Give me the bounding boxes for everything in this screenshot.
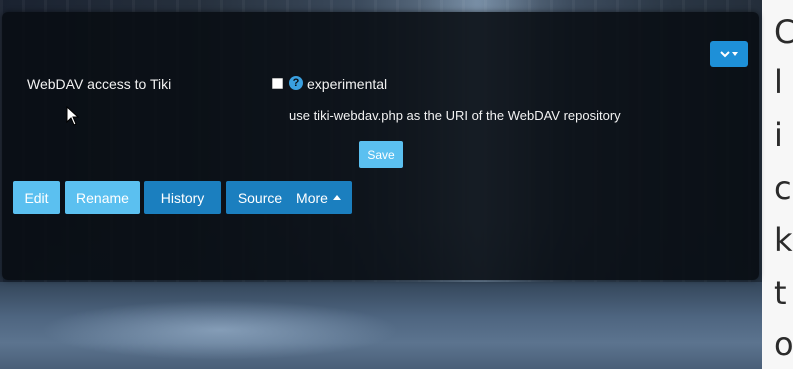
webdav-checkbox[interactable] xyxy=(272,78,283,89)
preference-label: WebDAV access to Tiki xyxy=(27,76,172,92)
side-text-letter: i xyxy=(774,116,783,154)
edit-button[interactable]: Edit xyxy=(13,181,60,214)
question-circle-icon[interactable]: ? xyxy=(289,76,303,90)
source-button[interactable]: Source xyxy=(226,181,294,214)
side-text-letter: o xyxy=(774,325,793,363)
side-text-letter: C xyxy=(774,13,793,51)
panel-dropdown-toggle[interactable] xyxy=(710,41,748,67)
side-text-letter: l xyxy=(774,63,783,101)
experimental-badge: experimental xyxy=(307,76,388,92)
mouse-pointer-icon xyxy=(66,106,80,126)
history-button[interactable]: History xyxy=(144,181,221,214)
side-text-letter: t xyxy=(774,274,787,312)
side-text-letter: k xyxy=(774,221,793,259)
preference-hint: use tiki-webdav.php as the URI of the We… xyxy=(289,108,621,123)
side-text-letter: c xyxy=(774,169,792,207)
more-button-label: More xyxy=(296,189,328,206)
chevron-down-icon xyxy=(720,51,730,58)
background-floor-reflection xyxy=(40,300,400,360)
save-button[interactable]: Save xyxy=(359,141,403,168)
more-button[interactable]: More xyxy=(285,181,352,214)
caret-up-icon xyxy=(332,195,341,200)
rename-button[interactable]: Rename xyxy=(65,181,140,214)
caret-down-icon xyxy=(732,52,738,56)
